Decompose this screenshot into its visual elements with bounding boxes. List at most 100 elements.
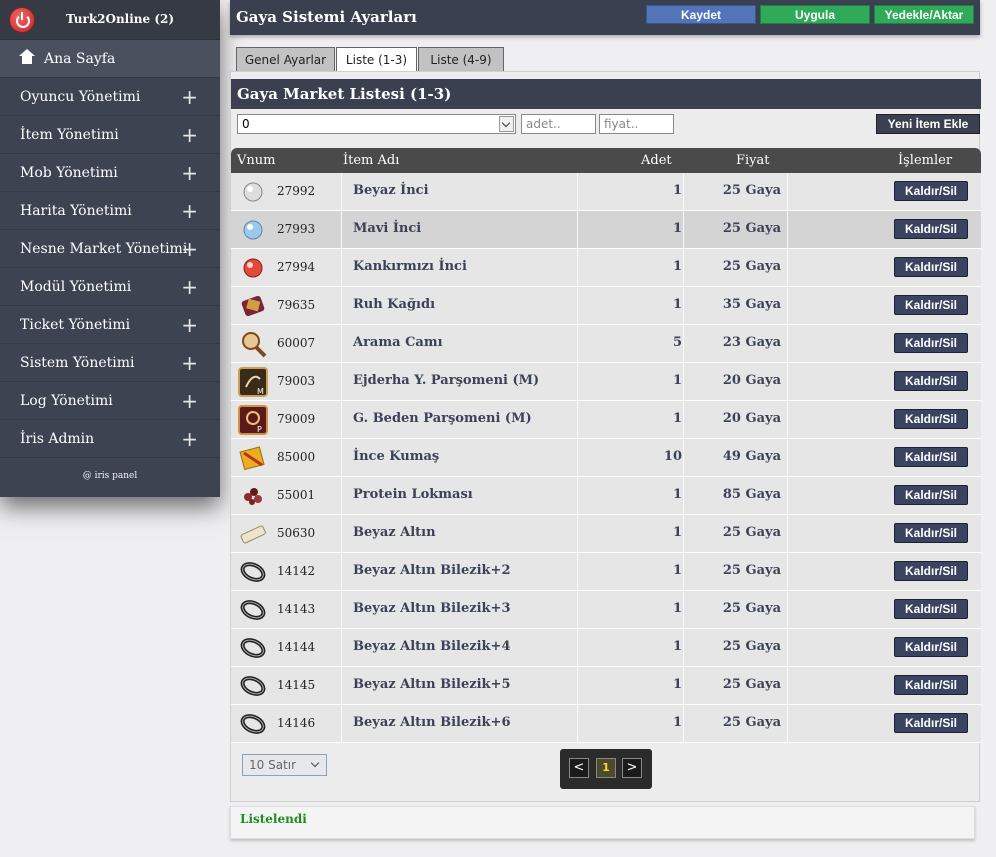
svg-text:P: P <box>257 425 262 434</box>
column-price: Fiyat <box>736 153 770 168</box>
column-divider <box>787 439 788 477</box>
column-divider <box>341 173 342 211</box>
plus-icon[interactable]: + <box>181 420 198 458</box>
remove-item-button[interactable]: Kaldır/Sil <box>894 409 968 429</box>
remove-item-button[interactable]: Kaldır/Sil <box>894 485 968 505</box>
pagination: < 1 > <box>560 749 652 789</box>
sidebar-item[interactable]: Mob Yönetimi + <box>0 154 220 192</box>
item-vnum: 14143 <box>277 602 316 616</box>
tab-list-4-9[interactable]: Liste (4-9) <box>418 47 504 72</box>
item-quantity: 1 <box>672 525 682 540</box>
column-divider <box>787 287 788 325</box>
plus-icon[interactable]: + <box>181 230 198 268</box>
sidebar-item[interactable]: Modül Yönetimi + <box>0 268 220 306</box>
sidebar-item-label: Modül Yönetimi <box>20 279 132 295</box>
add-item-button[interactable]: Yeni İtem Ekle <box>876 114 980 134</box>
remove-item-button[interactable]: Kaldır/Sil <box>894 675 968 695</box>
column-divider <box>683 325 684 363</box>
column-divider <box>341 477 342 515</box>
current-page-button[interactable]: 1 <box>596 758 616 778</box>
table-row: 14143 Beyaz Altın Bilezik+3 1 25 Gaya Kaldır… <box>231 591 981 629</box>
sidebar-item[interactable]: Nesne Market Yönetimi + <box>0 230 220 268</box>
column-divider <box>577 629 578 667</box>
plus-icon[interactable]: + <box>181 344 198 382</box>
blue-pearl-icon <box>238 215 268 245</box>
remove-item-button[interactable]: Kaldır/Sil <box>894 561 968 581</box>
item-price: 25 Gaya <box>722 715 781 730</box>
next-page-button[interactable]: > <box>622 758 642 778</box>
sidebar-item[interactable]: Log Yönetimi + <box>0 382 220 420</box>
remove-item-button[interactable]: Kaldır/Sil <box>894 333 968 353</box>
sidebar-item[interactable]: Harita Yönetimi + <box>0 192 220 230</box>
column-divider <box>577 325 578 363</box>
price-input[interactable]: fiyat.. <box>599 114 674 134</box>
sidebar-item[interactable]: İtem Yönetimi + <box>0 116 220 154</box>
sidebar-item-label: Log Yönetimi <box>20 393 113 409</box>
sidebar-item-label: Harita Yönetimi <box>20 203 132 219</box>
remove-item-button[interactable]: Kaldır/Sil <box>894 447 968 467</box>
remove-item-button[interactable]: Kaldır/Sil <box>894 599 968 619</box>
item-price: 49 Gaya <box>722 449 781 464</box>
market-list-panel: Gaya Market Listesi (1-3) 0 adet.. fiyat… <box>230 71 981 802</box>
item-name: Beyaz Altın Bilezik+6 <box>353 715 511 730</box>
column-divider <box>577 667 578 705</box>
column-divider <box>683 173 684 211</box>
backup-export-button[interactable]: Yedekle/Aktar <box>874 5 974 24</box>
remove-item-button[interactable]: Kaldır/Sil <box>894 295 968 315</box>
plus-icon[interactable]: + <box>181 78 198 116</box>
sidebar-item[interactable]: Oyuncu Yönetimi + <box>0 78 220 116</box>
item-vnum: 85000 <box>277 450 316 464</box>
remove-item-button[interactable]: Kaldır/Sil <box>894 371 968 391</box>
item-quantity: 1 <box>672 639 682 654</box>
plus-icon[interactable]: + <box>181 192 198 230</box>
plus-icon[interactable]: + <box>181 306 198 344</box>
sidebar-item-home[interactable]: Ana Sayfa <box>0 40 220 78</box>
remove-item-button[interactable]: Kaldır/Sil <box>894 637 968 657</box>
red-pearl-icon <box>238 253 268 283</box>
cloth-icon <box>238 443 268 473</box>
rows-per-page-select[interactable]: 10 Satır <box>242 754 327 776</box>
item-quantity: 1 <box>672 487 682 502</box>
remove-item-button[interactable]: Kaldır/Sil <box>894 713 968 733</box>
tab-general-settings[interactable]: Genel Ayarlar <box>236 47 335 72</box>
chevron-down-icon[interactable] <box>499 116 514 132</box>
item-price: 25 Gaya <box>722 601 781 616</box>
remove-item-button[interactable]: Kaldır/Sil <box>894 181 968 201</box>
column-divider <box>787 591 788 629</box>
item-quantity: 1 <box>672 259 682 274</box>
column-divider <box>341 439 342 477</box>
column-divider <box>577 211 578 249</box>
remove-item-button[interactable]: Kaldır/Sil <box>894 257 968 277</box>
quantity-input[interactable]: adet.. <box>521 114 596 134</box>
item-select[interactable]: 0 <box>237 114 516 134</box>
item-name: Beyaz Altın Bilezik+3 <box>353 601 511 616</box>
sidebar-item[interactable]: Ticket Yönetimi + <box>0 306 220 344</box>
sidebar-item[interactable]: Sistem Yönetimi + <box>0 344 220 382</box>
item-price: 85 Gaya <box>722 487 781 502</box>
save-button[interactable]: Kaydet <box>646 5 756 24</box>
item-price: 20 Gaya <box>722 373 781 388</box>
column-vnum: Vnum <box>237 153 276 168</box>
item-name: Beyaz Altın Bilezik+2 <box>353 563 511 578</box>
column-divider <box>341 249 342 287</box>
column-divider <box>787 401 788 439</box>
item-name: Beyaz Altın Bilezik+5 <box>353 677 511 692</box>
table-row: 85000 İnce Kumaş 10 49 Gaya Kaldır/Sil <box>231 439 981 477</box>
table-row: 14146 Beyaz Altın Bilezik+6 1 25 Gaya Kaldır… <box>231 705 981 743</box>
tab-list-1-3[interactable]: Liste (1-3) <box>336 47 417 72</box>
plus-icon[interactable]: + <box>181 382 198 420</box>
apply-button[interactable]: Uygula <box>760 5 870 24</box>
plus-icon[interactable]: + <box>181 154 198 192</box>
column-divider <box>683 591 684 629</box>
plus-icon[interactable]: + <box>181 268 198 306</box>
remove-item-button[interactable]: Kaldır/Sil <box>894 219 968 239</box>
item-price: 25 Gaya <box>722 221 781 236</box>
remove-item-button[interactable]: Kaldır/Sil <box>894 523 968 543</box>
sidebar-item[interactable]: İris Admin + <box>0 420 220 458</box>
item-vnum: 14144 <box>277 640 316 654</box>
prev-page-button[interactable]: < <box>569 758 589 778</box>
column-divider <box>341 515 342 553</box>
column-divider <box>341 325 342 363</box>
plus-icon[interactable]: + <box>181 116 198 154</box>
table-row: P 79009 G. Beden Parşomeni (M) 1 20 Gaya Kald… <box>231 401 981 439</box>
